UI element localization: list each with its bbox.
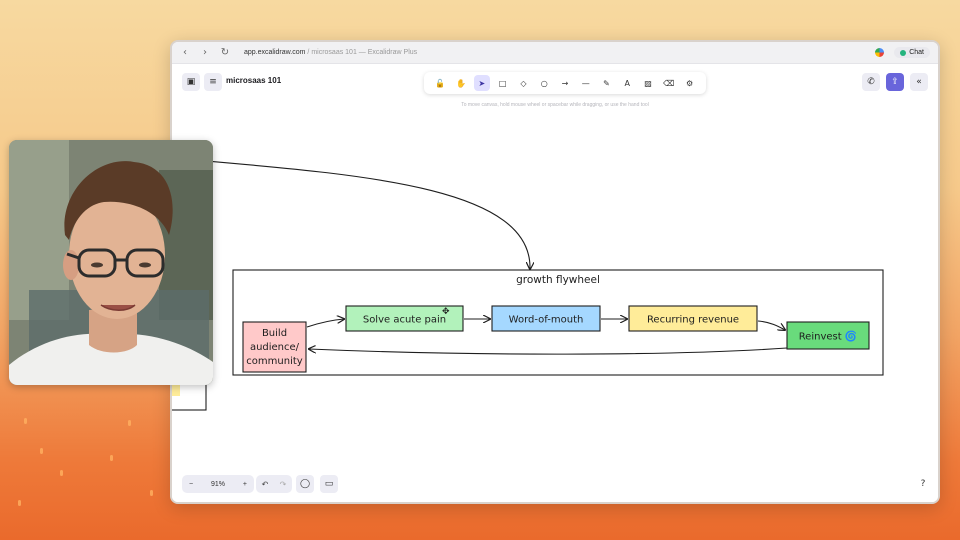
spark (24, 418, 27, 424)
library-toggle-icon[interactable]: ▣ (182, 73, 200, 91)
canvas-hint: To move canvas, hold mouse wheel or spac… (461, 102, 649, 108)
undo-redo-controls: ↶ ↷ (256, 475, 292, 493)
presentation-icon[interactable]: ▭ (320, 475, 338, 493)
address-bar: ‹ › ↻ app.excalidraw.com / microsaas 101… (172, 42, 938, 64)
url-text[interactable]: app.excalidraw.com / microsaas 101 — Exc… (244, 49, 417, 56)
text-icon[interactable]: A (619, 75, 635, 91)
help-icon[interactable]: ? (914, 475, 932, 493)
node-recurring-revenue[interactable]: Recurring revenue (628, 305, 758, 332)
incoming-curved-arrow[interactable] (172, 157, 530, 269)
share-icon[interactable]: ⇪ (886, 73, 904, 91)
collapse-sidebar-icon[interactable]: « (910, 73, 928, 91)
top-bar: ▣ ≡ microsaas 101 🔓 ✋ ➤ □ ◇ ○ → — ✎ A ▨ … (180, 72, 930, 94)
node-label: Recurring revenue (647, 315, 739, 326)
spark (60, 470, 63, 476)
zoom-out-icon[interactable]: − (189, 481, 193, 488)
image-icon[interactable]: ▨ (640, 75, 656, 91)
lock-icon[interactable]: 🔓 (432, 75, 448, 91)
zoom-level[interactable]: 91% (211, 481, 225, 488)
collaborate-call-icon[interactable]: ✆ (862, 73, 880, 91)
extra-tools-icon[interactable]: ⚙ (682, 75, 698, 91)
excalidraw-app[interactable]: growth flywheel Build audience/ communit… (172, 64, 938, 502)
chat-label: Chat (909, 49, 924, 56)
drawing-canvas[interactable]: growth flywheel Build audience/ communit… (172, 64, 938, 504)
spark (110, 455, 113, 461)
node-label: Solve acute pain (363, 315, 446, 326)
node-label-line: audience/ (250, 342, 300, 353)
node-reinvest[interactable]: Reinvest 🌀 (786, 321, 870, 350)
node-word-of-mouth[interactable]: Word-of-mouth (491, 305, 601, 332)
spark (18, 500, 21, 506)
arrow-icon[interactable]: → (557, 75, 573, 91)
node-label: Reinvest 🌀 (799, 330, 858, 343)
spark (40, 448, 43, 454)
browser-window: ‹ › ↻ app.excalidraw.com / microsaas 101… (170, 40, 940, 504)
frame-label: growth flywheel (516, 274, 600, 286)
node-build-audience[interactable]: Build audience/ community (242, 321, 307, 373)
comment-icon[interactable]: ◯ (296, 475, 314, 493)
diamond-icon[interactable]: ◇ (515, 75, 531, 91)
arrow-revenue-to-reinvest[interactable] (757, 320, 785, 330)
tool-bar: 🔓 ✋ ➤ □ ◇ ○ → — ✎ A ▨ ⌫ ⚙ (424, 72, 706, 94)
webcam-overlay (9, 140, 213, 385)
zoom-in-icon[interactable]: + (243, 481, 247, 488)
move-cursor-icon: ✥ (442, 307, 450, 317)
node-label-line: Build (262, 328, 287, 339)
chat-button[interactable]: Chat (894, 47, 930, 58)
page-title: microsaas 101 (226, 76, 282, 85)
back-icon[interactable]: ‹ (180, 47, 190, 58)
hand-icon[interactable]: ✋ (453, 75, 469, 91)
zoom-controls: − 91% + (182, 475, 254, 493)
menu-icon[interactable]: ≡ (204, 73, 222, 91)
presenter-video (9, 140, 213, 385)
rectangle-icon[interactable]: □ (495, 75, 511, 91)
arrow-reinvest-to-build[interactable] (309, 348, 788, 355)
redo-icon[interactable]: ↷ (280, 480, 287, 489)
node-label: Word-of-mouth (509, 315, 584, 326)
line-icon[interactable]: — (578, 75, 594, 91)
url-host: app.excalidraw.com (244, 49, 306, 56)
extension-icon[interactable] (875, 48, 885, 57)
selection-icon[interactable]: ➤ (473, 75, 490, 91)
spark (128, 420, 131, 426)
arrow-build-to-solve[interactable] (306, 319, 344, 328)
pencil-icon[interactable]: ✎ (599, 75, 615, 91)
undo-icon[interactable]: ↶ (262, 480, 269, 489)
ellipse-icon[interactable]: ○ (536, 75, 552, 91)
url-path: / microsaas 101 — Excalidraw Plus (305, 49, 418, 56)
node-label-line: community (246, 356, 302, 367)
reload-icon[interactable]: ↻ (220, 47, 230, 58)
eraser-icon[interactable]: ⌫ (661, 75, 677, 91)
spark (150, 490, 153, 496)
forward-icon[interactable]: › (200, 47, 210, 58)
chat-icon (900, 49, 907, 56)
